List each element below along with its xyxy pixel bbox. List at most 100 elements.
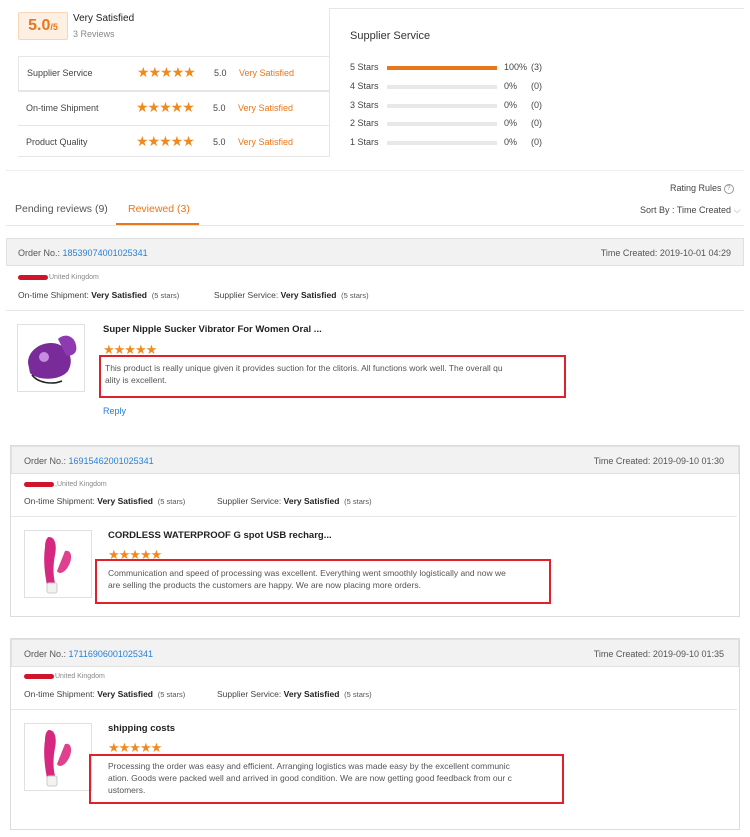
metric-score: 5.0 xyxy=(213,137,226,147)
sort-by-label: Sort By : Time Created xyxy=(640,205,732,215)
order-number: Order No.: 16915462001025341 xyxy=(24,456,154,466)
distribution-percent: 0% xyxy=(504,80,518,91)
product-image-graphic xyxy=(44,537,72,594)
sort-by-dropdown[interactable]: Sort By : Time Created ⌵ xyxy=(640,205,740,216)
product-image[interactable] xyxy=(17,324,85,392)
distribution-count: (3) xyxy=(531,62,542,72)
order-label: Order No.: xyxy=(24,456,67,466)
active-tab-indicator xyxy=(116,223,199,225)
order-header: Order No.: 16915462001025341 Time Create… xyxy=(11,446,739,474)
order-divider xyxy=(11,709,737,710)
product-image[interactable] xyxy=(24,723,92,791)
service-value: Very Satisfied xyxy=(283,689,340,699)
overall-rating-title: Very Satisfied xyxy=(73,13,135,24)
distribution-bar xyxy=(387,84,497,89)
buyer-info: ,United Kingdom xyxy=(24,481,107,488)
tab-pending-reviews[interactable]: Pending reviews (9) xyxy=(15,203,108,215)
distribution-percent: 0% xyxy=(504,99,518,110)
redacted-name xyxy=(18,274,48,280)
distribution-bar xyxy=(387,103,497,108)
rating-rules-label: Rating Rules xyxy=(670,183,722,193)
buyer-country: United Kingdom xyxy=(55,673,105,680)
star-rating: ★★★★★ xyxy=(136,99,195,115)
product-image-graphic xyxy=(44,730,72,787)
order-number-link[interactable]: 17116906001025341 xyxy=(69,649,153,659)
metric-label: Supplier Service xyxy=(27,68,93,78)
metric-word: Very Satisfied xyxy=(238,137,294,147)
shipment-value: Very Satisfied xyxy=(97,689,154,699)
distribution-count: (0) xyxy=(531,80,542,91)
service-label: Supplier Service: xyxy=(214,290,279,300)
star-level-label: 1 Stars xyxy=(350,137,379,148)
shipment-stars: (5 stars) xyxy=(157,497,186,506)
buyer-info: United Kingdom xyxy=(18,274,99,281)
highlight-box xyxy=(99,355,566,398)
distribution-percent: 0% xyxy=(504,137,518,148)
order-number: Order No.: 17116906001025341 xyxy=(24,649,153,659)
service-rating: Supplier Service: Very Satisfied (5 star… xyxy=(217,496,372,506)
shipment-stars: (5 stars) xyxy=(151,291,180,300)
highlight-box xyxy=(89,754,564,804)
metric-word: Very Satisfied xyxy=(238,103,294,113)
distribution-bar xyxy=(387,66,497,70)
service-rating: Supplier Service: Very Satisfied (5 star… xyxy=(214,290,369,300)
buyer-info: United Kingdom xyxy=(24,673,105,680)
distribution-row-4: 4 Stars 0% (0) xyxy=(350,79,560,98)
shipment-rating: On-time Shipment: Very Satisfied (5 star… xyxy=(24,496,185,506)
shipment-label: On-time Shipment: xyxy=(18,290,89,300)
question-icon: ? xyxy=(723,183,734,194)
summary-divider xyxy=(330,8,744,9)
star-rating: ★★★★★ xyxy=(136,133,195,149)
star-level-label: 4 Stars xyxy=(350,80,379,91)
service-label: Supplier Service: xyxy=(217,689,282,699)
star-rating: ★★★★★ xyxy=(137,64,196,80)
tab-reviewed[interactable]: Reviewed (3) xyxy=(128,203,190,215)
product-image[interactable] xyxy=(24,530,92,598)
service-value: Very Satisfied xyxy=(283,496,340,506)
shipment-label: On-time Shipment: xyxy=(24,496,95,506)
metric-label: On-time Shipment xyxy=(26,103,99,113)
time-created: Time Created: 2019-10-01 04:29 xyxy=(600,248,731,258)
product-image-graphic xyxy=(28,335,77,384)
summary-bottom-divider xyxy=(6,170,744,171)
order-header: Order No.: 18539074001025341 Time Create… xyxy=(6,238,744,266)
reply-link[interactable]: Reply xyxy=(103,406,126,416)
chevron-down-icon: ⌵ xyxy=(733,205,741,215)
service-stars: (5 stars) xyxy=(344,497,372,506)
time-created: Time Created: 2019-09-10 01:35 xyxy=(593,649,724,659)
distribution-row-3: 3 Stars 0% (0) xyxy=(350,98,560,117)
buyer-country: ,United Kingdom xyxy=(55,481,107,488)
product-title[interactable]: CORDLESS WATERPROOF G spot USB recharg..… xyxy=(108,530,332,541)
metric-score: 5.0 xyxy=(214,68,227,78)
service-stars: (5 stars) xyxy=(341,291,369,300)
rating-rules-link[interactable]: Rating Rules? xyxy=(670,183,734,194)
time-created: Time Created: 2019-09-10 01:30 xyxy=(593,456,724,466)
order-number-link[interactable]: 18539074001025341 xyxy=(63,248,148,258)
tabs-divider xyxy=(6,225,744,226)
metric-word: Very Satisfied xyxy=(239,68,295,78)
service-rating: Supplier Service: Very Satisfied (5 star… xyxy=(217,689,372,699)
shipment-label: On-time Shipment: xyxy=(24,689,95,699)
order-divider xyxy=(11,516,737,517)
service-value: Very Satisfied xyxy=(280,290,337,300)
metric-score: 5.0 xyxy=(213,103,226,113)
shipment-stars: (5 stars) xyxy=(157,690,186,699)
star-level-label: 2 Stars xyxy=(350,118,379,129)
distribution-row-5: 5 Stars 100% (3) xyxy=(350,60,560,79)
order-label: Order No.: xyxy=(24,649,67,659)
product-title[interactable]: Super Nipple Sucker Vibrator For Women O… xyxy=(103,324,322,335)
service-stars: (5 stars) xyxy=(344,690,372,699)
metric-on-time-shipment: On-time Shipment ★★★★★ 5.0 Very Satisfie… xyxy=(18,91,329,125)
distribution-count: (0) xyxy=(531,118,542,129)
product-title[interactable]: shipping costs xyxy=(108,723,175,734)
supplier-service-title: Supplier Service xyxy=(350,30,431,42)
star-level-label: 5 Stars xyxy=(350,62,379,72)
metric-label: Product Quality xyxy=(26,137,88,147)
shipment-rating: On-time Shipment: Very Satisfied (5 star… xyxy=(24,689,185,699)
distribution-row-2: 2 Stars 0% (0) xyxy=(350,116,560,135)
order-label: Order No.: xyxy=(18,248,61,258)
star-level-label: 3 Stars xyxy=(350,99,379,110)
order-number-link[interactable]: 16915462001025341 xyxy=(69,456,154,466)
shipment-value: Very Satisfied xyxy=(97,496,154,506)
distribution-count: (0) xyxy=(531,99,542,110)
